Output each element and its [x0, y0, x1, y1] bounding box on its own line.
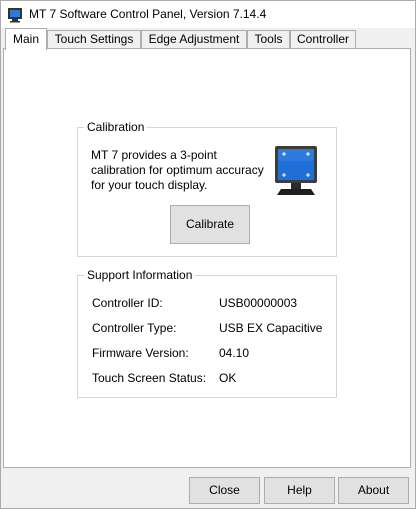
- info-value: USB EX Capacitive: [219, 321, 323, 335]
- calibration-heading: Calibration: [84, 120, 148, 134]
- monitor-icon: [273, 145, 321, 199]
- calibration-group: Calibration MT 7 provides a 3-point cali…: [77, 120, 337, 257]
- app-monitor-icon: [7, 7, 23, 23]
- support-information-group: Support Information Controller ID: USB00…: [77, 268, 337, 398]
- info-label: Touch Screen Status:: [92, 371, 207, 385]
- tab-label: Main: [12, 32, 39, 46]
- control-panel-window: MT 7 Software Control Panel, Version 7.1…: [0, 0, 416, 509]
- tab-strip: Main Touch Settings Edge Adjustment Tool…: [3, 28, 413, 50]
- tab-tools[interactable]: Tools: [247, 30, 290, 48]
- info-value: 04.10: [219, 346, 250, 360]
- title-bar[interactable]: MT 7 Software Control Panel, Version 7.1…: [1, 1, 415, 28]
- calibration-description: MT 7 provides a 3-point calibration for …: [91, 148, 264, 192]
- tab-label: Tools: [254, 32, 283, 46]
- main-tab-pane: Calibration MT 7 provides a 3-point cali…: [3, 48, 411, 468]
- button-bar: Close Help About: [1, 469, 415, 508]
- window-title: MT 7 Software Control Panel, Version 7.1…: [29, 7, 267, 21]
- info-value: USB00000003: [219, 296, 298, 310]
- tab-main[interactable]: Main: [5, 28, 47, 50]
- info-label: Controller Type:: [92, 321, 177, 335]
- help-button-label: Help: [287, 483, 312, 497]
- tab-edge-adjustment[interactable]: Edge Adjustment: [141, 30, 247, 48]
- close-button-label: Close: [209, 483, 240, 497]
- support-heading: Support Information: [84, 268, 196, 282]
- calibrate-button[interactable]: Calibrate: [170, 205, 250, 244]
- tab-controller[interactable]: Controller: [290, 30, 356, 48]
- calibrate-button-label: Calibrate: [185, 217, 235, 231]
- help-button[interactable]: Help: [264, 477, 335, 504]
- info-label: Controller ID:: [92, 296, 163, 310]
- tab-label: Touch Settings: [54, 32, 134, 46]
- info-label: Firmware Version:: [92, 346, 189, 360]
- about-button[interactable]: About: [338, 477, 409, 504]
- tab-label: Edge Adjustment: [148, 32, 240, 46]
- info-value: OK: [219, 371, 237, 385]
- about-button-label: About: [357, 483, 390, 497]
- close-button[interactable]: Close: [189, 477, 260, 504]
- tab-label: Controller: [296, 32, 350, 46]
- tab-touch-settings[interactable]: Touch Settings: [47, 30, 141, 48]
